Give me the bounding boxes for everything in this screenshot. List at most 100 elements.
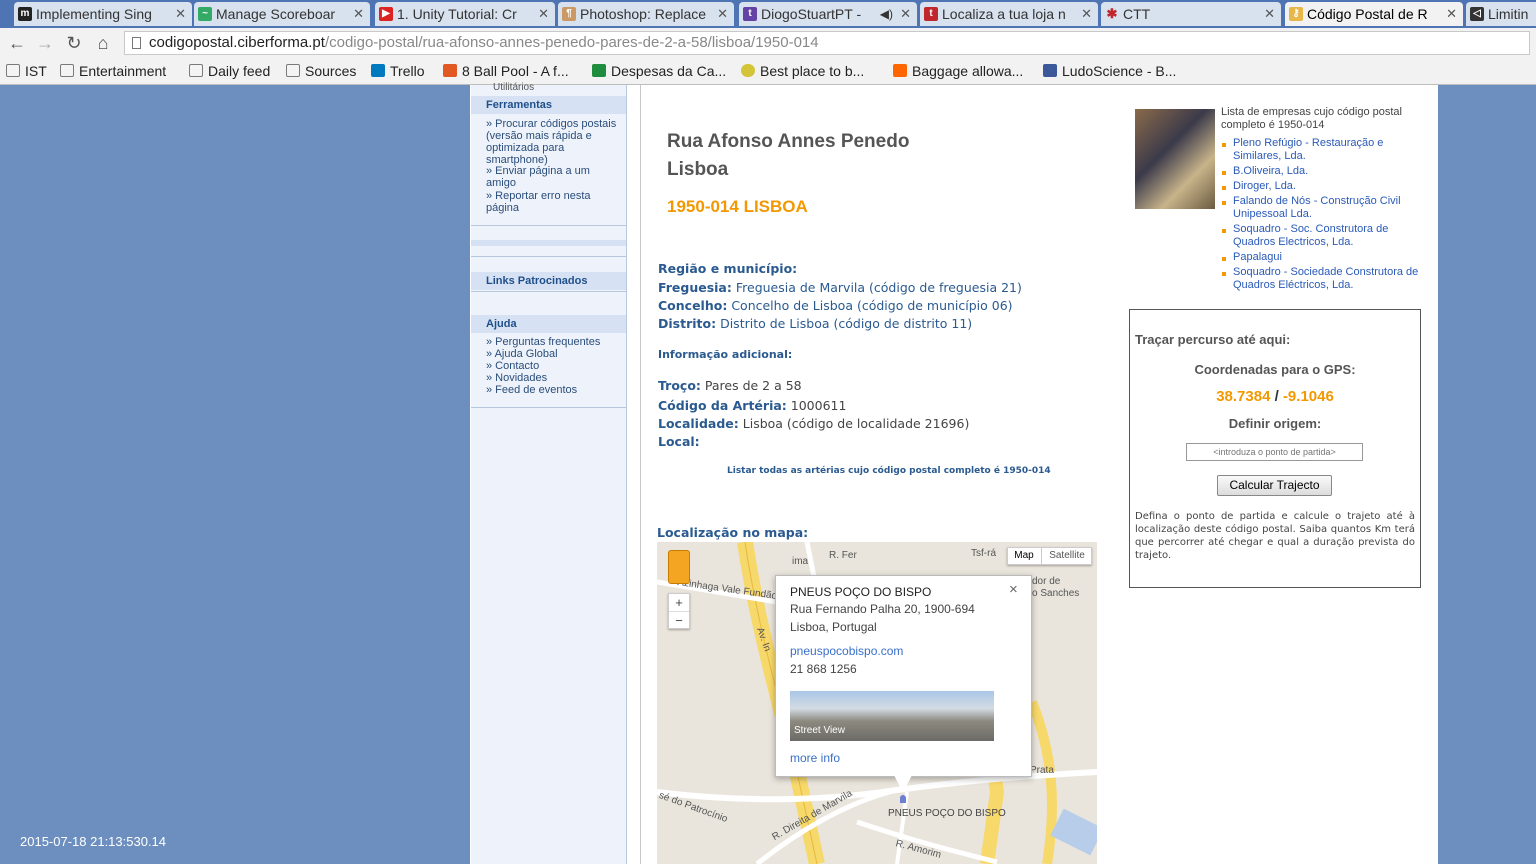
bookmark-daily-feed[interactable]: Daily feed [189,61,270,81]
url-path: /codigo-postal/rua-afonso-annes-penedo-p… [324,34,819,51]
bookmark-trello[interactable]: Trello [371,61,425,81]
pegman-icon[interactable] [668,550,690,584]
zoom-control: + − [668,593,690,629]
bookmarks-bar: IST Entertainment Daily feed Sources Tre… [0,58,1536,85]
close-icon[interactable]: × [1009,581,1018,598]
sidebar-link-feed[interactable]: » Feed de eventos [486,384,621,396]
reload-icon[interactable]: ↻ [63,32,85,54]
map-label: Tsf-rá [971,548,996,559]
address-bar[interactable]: codigopostal.ciberforma.pt/codigo-postal… [124,31,1530,55]
tab-8[interactable]: ◁ Limitin [1466,2,1536,26]
sidebar-link-novidades[interactable]: » Novidades [486,372,621,384]
sidebar-link-faq[interactable]: » Perguntas frequentes [486,336,621,348]
youtube-icon: ▶ [379,7,393,21]
company-link[interactable]: Diroger, Lda. [1233,180,1423,193]
divider [471,256,626,257]
close-icon[interactable]: ✕ [1264,2,1275,26]
company-link[interactable]: Soquadro - Soc. Construtora de Quadros E… [1233,223,1423,249]
concelho-link[interactable]: Concelho de Lisboa (código de município … [731,298,1012,313]
close-icon[interactable]: ✕ [538,2,549,26]
tab-6[interactable]: ✱ CTT ✕ [1101,2,1281,26]
home-icon[interactable]: ⌂ [92,32,114,54]
bookmark-label: 8 Ball Pool - A f... [462,63,569,79]
bookmark-8ball[interactable]: 8 Ball Pool - A f... [443,61,569,81]
tab-1[interactable]: ~ Manage Scoreboar ✕ [194,2,370,26]
bullet-icon [1222,171,1226,175]
region-heading: Região e município: [658,261,798,276]
map-type-control: Map Satellite [1007,547,1092,565]
bookmark-baggage[interactable]: Baggage allowa... [893,61,1023,81]
calculate-route-button[interactable]: Calcular Trajecto [1217,475,1332,496]
tab-strip: m Implementing Sing ✕ ~ Manage Scoreboar… [0,0,1536,28]
localidade-row: Localidade: Lisboa (código de localidade… [658,416,969,431]
origin-input[interactable] [1186,443,1363,461]
tab-title: Manage Scoreboar [216,6,336,22]
company-link[interactable]: Soquadro - Sociedade Construtora de Quad… [1233,266,1423,292]
sidebar-link-ajuda-global[interactable]: » Ajuda Global [486,348,621,360]
distrito-link[interactable]: Distrito de Lisboa (código de distrito 1… [720,316,972,331]
company-link[interactable]: Pleno Refúgio - Restauração e Similares,… [1233,137,1423,163]
arteria-label: Código da Artéria: [658,398,787,413]
close-icon[interactable]: ✕ [717,2,728,26]
tab-0[interactable]: m Implementing Sing ✕ [14,2,192,26]
left-sidebar: Utilitários Ferramentas » Procurar códig… [471,82,627,864]
tab-title: DiogoStuartPT - [761,6,862,22]
popup-more-info-link[interactable]: more info [790,751,840,765]
sidebar-heading-links: Links Patrocinados [471,272,626,290]
street-view-thumbnail[interactable]: Street View [790,691,994,741]
origin-heading: Definir origem: [1228,416,1322,431]
close-icon[interactable]: ✕ [175,2,186,26]
company-link[interactable]: B.Oliveira, Lda. [1233,165,1423,178]
sidebar-link-contacto[interactable]: » Contacto [486,360,621,372]
map-marker-icon[interactable] [900,795,906,803]
troco-label: Troço: [658,378,701,393]
list-arterias-link[interactable]: Listar todas as artérias cujo código pos… [727,466,1051,476]
zoom-in-button[interactable]: + [669,594,689,611]
popup-website-link[interactable]: pneuspocobispo.com [790,644,903,658]
tab-7[interactable]: ⚷ Código Postal de R ✕ [1285,2,1463,26]
sidebar-heading-ajuda: Ajuda [471,315,626,333]
forward-icon[interactable]: → [34,32,56,54]
city-name: Lisboa [667,159,729,180]
bookmark-despesas[interactable]: Despesas da Ca... [592,61,726,81]
sidebar-link-enviar[interactable]: » Enviar página a um amigo [486,165,621,189]
tab-2[interactable]: ▶ 1. Unity Tutorial: Cr ✕ [375,2,555,26]
bookmark-ludoscience[interactable]: LudoScience - B... [1043,61,1176,81]
gps-longitude: -9.1046 [1282,388,1334,405]
map-type-satellite-button[interactable]: Satellite [1041,548,1092,564]
company-link[interactable]: Falando de Nós - Construção Civil Unipes… [1233,195,1423,221]
bookmark-entertainment[interactable]: Entertainment [60,61,166,81]
map-widget[interactable]: ima R. Fer Tsf-rá dor de o Sanches Azinh… [657,542,1097,864]
divider [471,291,626,292]
back-icon[interactable]: ← [6,32,28,54]
tab-5[interactable]: t Localiza a tua loja n ✕ [920,2,1098,26]
close-icon[interactable]: ✕ [353,2,364,26]
close-icon[interactable]: ✕ [1081,2,1092,26]
map-type-map-button[interactable]: Map [1008,548,1040,564]
freguesia-link[interactable]: Freguesia de Marvila (código de freguesi… [736,280,1022,295]
tab-3[interactable]: ¶ Photoshop: Replace ✕ [558,2,734,26]
bookmark-sources[interactable]: Sources [286,61,356,81]
sidebar-utilitarios[interactable]: Utilitários [493,82,534,93]
street-view-label: Street View [794,725,845,736]
map-heading: Localização no mapa: [657,525,809,540]
concelho-label: Concelho: [658,298,728,313]
bookmark-ist[interactable]: IST [6,61,47,81]
sheet-icon [592,64,606,77]
sidebar-link-procurar[interactable]: » Procurar códigos postais (versão mais … [486,118,621,166]
folder-icon [6,64,20,77]
sidebar-link-reportar[interactable]: » Reportar erro nesta página [486,190,621,214]
tab-4[interactable]: t DiogoStuartPT - ◀) ✕ [739,2,917,26]
gps-heading: Coordenadas para o GPS: [1194,362,1356,377]
bookmark-label: LudoScience - B... [1062,63,1177,79]
close-icon[interactable]: ✕ [1446,2,1457,26]
close-icon[interactable]: ✕ [900,2,911,26]
bookmark-label: Baggage allowa... [912,63,1024,79]
company-link[interactable]: Papalagui [1233,251,1423,264]
play-icon [443,64,457,77]
gps-coordinates: 38.7384 / -9.1046 [1130,388,1420,405]
distrito-label: Distrito: [658,316,717,331]
zoom-out-button[interactable]: − [669,611,689,629]
bookmark-label: IST [25,63,47,79]
bookmark-best-place[interactable]: Best place to b... [741,61,864,81]
